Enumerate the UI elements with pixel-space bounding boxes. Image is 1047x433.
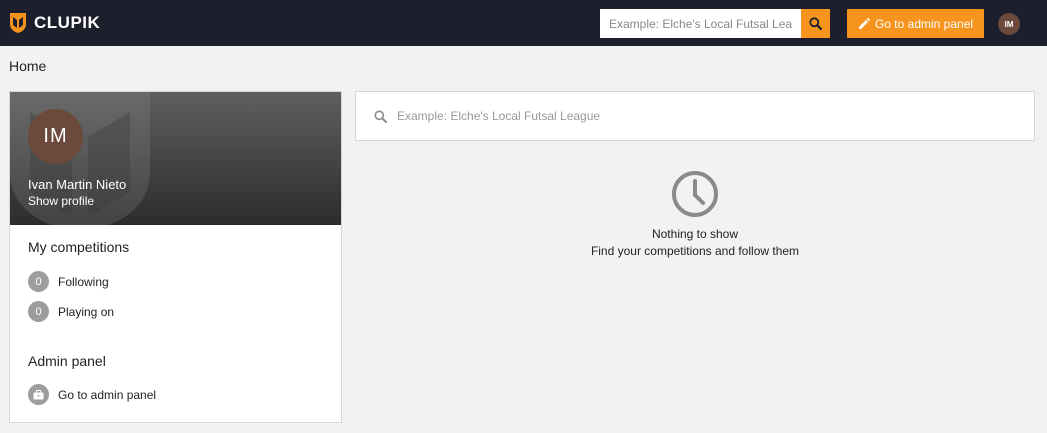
following-label: Following: [58, 274, 109, 289]
admin-panel-link-label: Go to admin panel: [58, 387, 157, 402]
empty-state-subtitle: Find your competitions and follow them: [590, 244, 800, 258]
briefcase-icon: [28, 384, 49, 405]
search-icon: [809, 17, 822, 30]
profile-avatar: IM: [28, 109, 83, 164]
logo[interactable]: CLUPIK: [8, 12, 100, 34]
playing-on-label: Playing on: [58, 304, 115, 319]
profile-card: IM Ivan Martin Nieto Show profile My com…: [9, 91, 342, 423]
competition-search: [355, 91, 1035, 141]
show-profile-link[interactable]: Show profile: [28, 194, 94, 208]
playing-on-count-badge: 0: [28, 301, 49, 322]
brand-name: CLUPIK: [34, 13, 101, 32]
admin-panel-link[interactable]: Go to admin panel: [28, 384, 156, 405]
following-count-badge: 0: [28, 271, 49, 292]
admin-panel-title: Admin panel: [28, 353, 106, 369]
header-search-input[interactable]: [600, 9, 801, 38]
shield-logo-icon: [10, 13, 26, 33]
profile-hero: IM Ivan Martin Nieto Show profile: [10, 92, 341, 225]
header-search: [600, 9, 830, 38]
playing-on-item[interactable]: 0 Playing on: [28, 301, 114, 322]
profile-name: Ivan Martin Nieto: [28, 177, 127, 192]
admin-button-label: Go to admin panel: [874, 16, 974, 31]
empty-state-title: Nothing to show: [651, 227, 739, 241]
user-avatar[interactable]: IM: [998, 13, 1020, 35]
breadcrumb[interactable]: Home: [9, 58, 46, 74]
go-to-admin-panel-button[interactable]: Go to admin panel: [847, 9, 984, 38]
clock-icon: [672, 171, 718, 217]
empty-state: Nothing to show Find your competitions a…: [355, 170, 1035, 258]
pencil-icon: [858, 17, 870, 29]
competition-search-input[interactable]: [397, 101, 1034, 131]
my-competitions-title: My competitions: [28, 239, 130, 255]
following-item[interactable]: 0 Following: [28, 271, 109, 292]
top-navbar: CLUPIK Go to admin panel IM: [0, 0, 1047, 46]
header-search-button[interactable]: [801, 9, 830, 38]
search-icon: [374, 110, 387, 123]
